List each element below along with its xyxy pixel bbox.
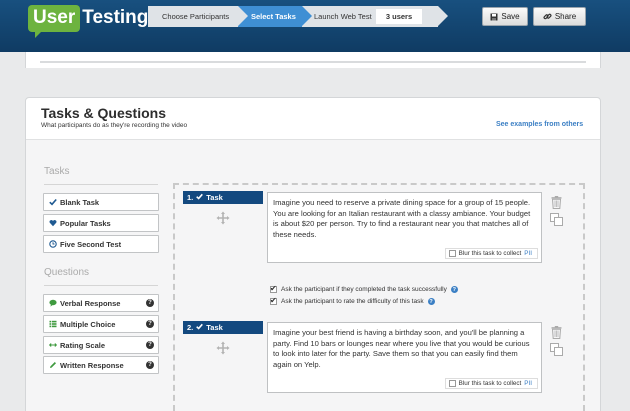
- help-icon[interactable]: ?: [427, 298, 435, 305]
- help-icon[interactable]: ?: [146, 341, 154, 349]
- step-choose-participants[interactable]: Choose Participants: [148, 6, 248, 27]
- duplicate-icon[interactable]: [550, 343, 563, 356]
- sidebar-item-five-second-test[interactable]: Five Second Test: [43, 235, 159, 253]
- step-arrow: [302, 6, 312, 26]
- sidebar-item-label: Blank Task: [60, 197, 100, 207]
- logo-testing-text: Testing: [82, 7, 149, 28]
- sidebar-item-rating-scale[interactable]: Rating Scale ?: [43, 336, 159, 354]
- task-number: 2.: [187, 323, 194, 332]
- help-icon[interactable]: ?: [146, 299, 154, 307]
- see-examples-link[interactable]: See examples from others: [496, 121, 583, 128]
- help-icon[interactable]: ?: [146, 361, 154, 369]
- drag-handle-icon[interactable]: [216, 211, 230, 225]
- pii-link[interactable]: PII: [524, 250, 532, 257]
- step-label: Launch Web Test: [314, 12, 372, 21]
- difficulty-question-option[interactable]: Ask the participant to rate the difficul…: [270, 296, 435, 305]
- blur-label: Blur this task to collect: [458, 380, 522, 387]
- pencil-icon: [48, 361, 57, 370]
- checkmark-icon: [196, 323, 204, 332]
- checkmark-icon: [48, 198, 57, 207]
- speech-bubble-icon: [48, 299, 57, 308]
- option-label: Ask the participant if they completed th…: [281, 286, 447, 293]
- help-icon[interactable]: ?: [450, 286, 458, 293]
- previous-section-panel: [25, 52, 601, 68]
- task-1-textarea[interactable]: Imagine you need to reserve a private di…: [267, 192, 542, 263]
- sidebar-item-label: Written Response: [60, 360, 124, 370]
- sidebar-item-verbal-response[interactable]: Verbal Response ?: [43, 294, 159, 312]
- help-icon[interactable]: ?: [146, 320, 154, 328]
- task-2-header[interactable]: 2. Task: [183, 321, 263, 334]
- link-icon: [543, 13, 552, 20]
- completion-checkbox[interactable]: [270, 284, 277, 293]
- sidebar-divider: [44, 184, 158, 185]
- save-button-label: Save: [501, 12, 520, 21]
- sidebar-divider: [44, 285, 158, 286]
- task-text: Imagine you need to reserve a private di…: [273, 198, 531, 239]
- task-type: Task: [206, 323, 223, 332]
- duplicate-icon[interactable]: [550, 213, 563, 226]
- save-button[interactable]: Save: [482, 7, 528, 26]
- sidebar-item-label: Five Second Test: [60, 239, 122, 249]
- sidebar-item-label: Multiple Choice: [60, 319, 116, 329]
- task-text: Imagine your best friend is having a bir…: [273, 328, 530, 369]
- task-type: Task: [206, 193, 223, 202]
- step-arrow: [238, 6, 248, 26]
- heart-icon: [48, 219, 57, 228]
- task-number: 1.: [187, 193, 194, 202]
- task-1-header[interactable]: 1. Task: [183, 191, 263, 204]
- blur-pii-option[interactable]: Blur this task to collect PII: [444, 248, 538, 259]
- checkmark-icon: [196, 193, 204, 202]
- trash-icon[interactable]: [551, 196, 562, 209]
- users-count-badge: 3 users: [376, 9, 422, 24]
- blur-checkbox[interactable]: [448, 380, 456, 387]
- logo-user-text: User: [28, 4, 81, 38]
- difficulty-checkbox[interactable]: [270, 296, 277, 305]
- sidebar-item-written-response[interactable]: Written Response ?: [43, 356, 159, 374]
- usertesting-logo[interactable]: User Testing ®: [28, 4, 155, 38]
- floppy-disk-icon: [490, 13, 498, 20]
- step-label: Select Tasks: [251, 12, 296, 21]
- double-arrow-icon: [48, 341, 57, 350]
- blur-label: Blur this task to collect: [458, 250, 522, 257]
- panel-divider: [40, 52, 586, 63]
- sidebar-item-label: Popular Tasks: [60, 218, 111, 228]
- share-button[interactable]: Share: [533, 7, 586, 26]
- task-2-textarea[interactable]: Imagine your best friend is having a bir…: [267, 322, 542, 393]
- section-subtitle: What participants do as they're recordin…: [41, 122, 188, 129]
- top-header: User Testing ® Choose Participants Selec…: [0, 0, 630, 52]
- blur-pii-option[interactable]: Blur this task to collect PII: [444, 378, 538, 389]
- share-button-label: Share: [554, 12, 577, 21]
- step-label: Choose Participants: [162, 12, 230, 21]
- tasks-sidebar-title: Tasks: [44, 166, 70, 177]
- section-title: Tasks & Questions: [41, 105, 167, 121]
- option-label: Ask the participant to rate the difficul…: [281, 298, 424, 305]
- blur-checkbox[interactable]: [448, 250, 456, 257]
- sidebar-item-blank-task[interactable]: Blank Task: [43, 193, 159, 211]
- sidebar-item-popular-tasks[interactable]: Popular Tasks: [43, 214, 159, 232]
- questions-sidebar-title: Questions: [44, 267, 90, 278]
- sidebar-item-multiple-choice[interactable]: Multiple Choice ?: [43, 315, 159, 333]
- sidebar-item-label: Verbal Response: [60, 298, 121, 308]
- sidebar-item-label: Rating Scale: [60, 340, 106, 350]
- clock-icon: [48, 240, 57, 249]
- drag-handle-icon[interactable]: [216, 341, 230, 355]
- pii-link[interactable]: PII: [524, 380, 532, 387]
- list-icon: [48, 320, 57, 329]
- trash-icon[interactable]: [551, 326, 562, 339]
- step-arrow: [438, 6, 448, 26]
- completion-question-option[interactable]: Ask the participant if they completed th…: [270, 284, 458, 293]
